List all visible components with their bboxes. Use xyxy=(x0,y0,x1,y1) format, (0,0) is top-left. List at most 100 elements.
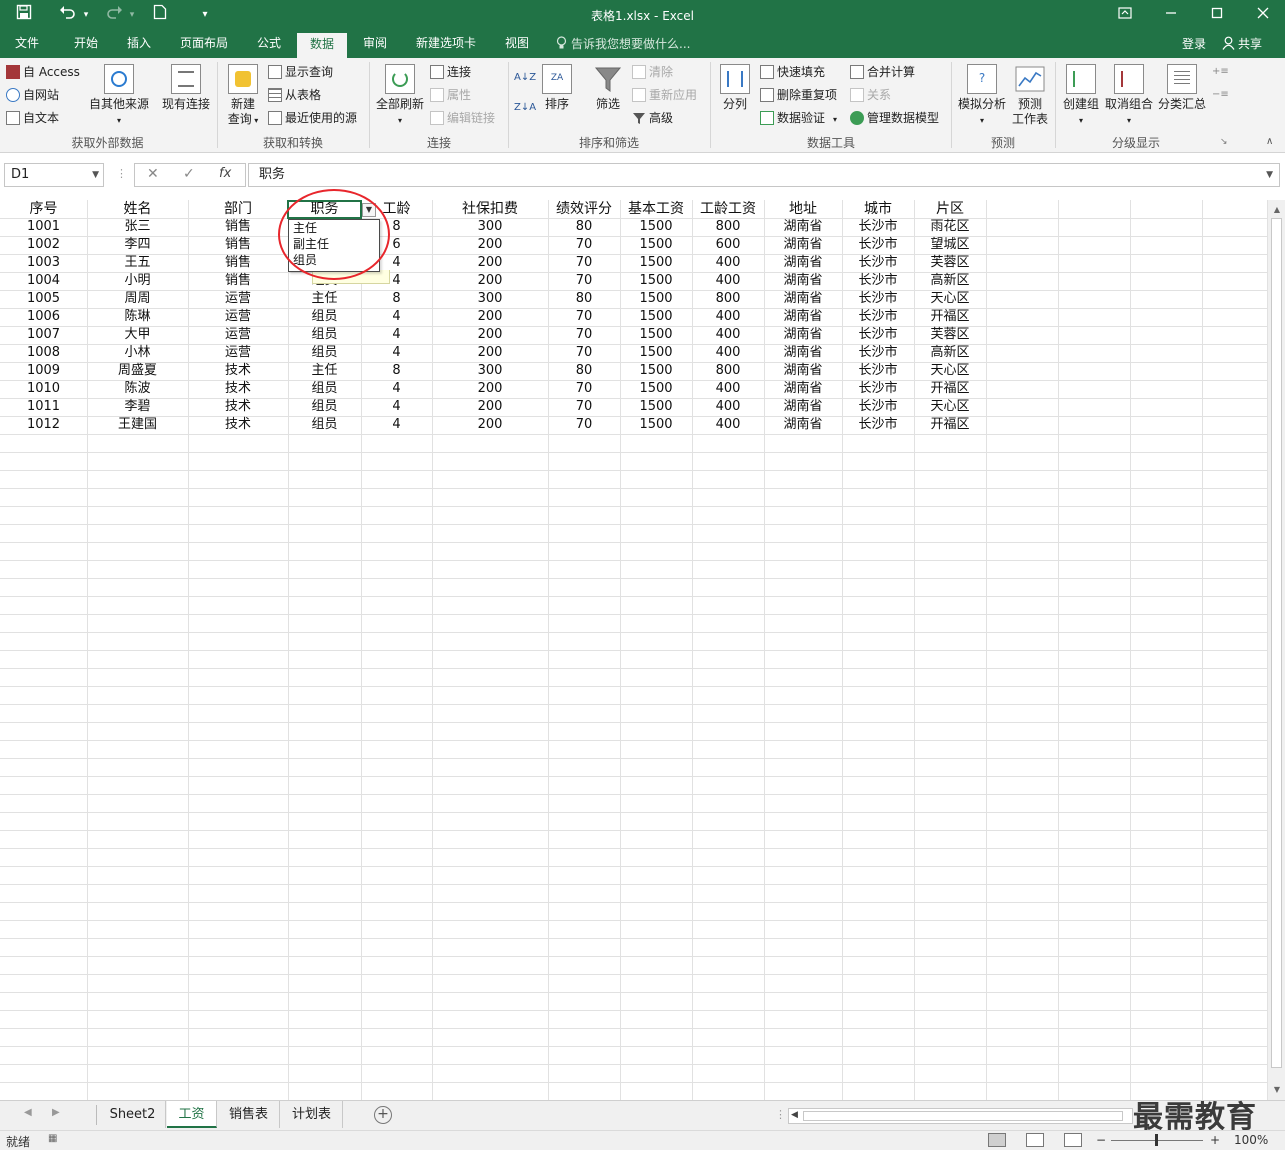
flash-fill-button[interactable]: 快速填充 xyxy=(760,62,825,82)
column-header-cell[interactable]: 部门 xyxy=(188,200,288,218)
tab-formulas[interactable]: 公式 xyxy=(244,31,294,58)
from-access-button[interactable]: 自 Access xyxy=(6,62,80,82)
table-cell[interactable]: 1004 xyxy=(0,272,87,290)
table-cell[interactable]: 1500 xyxy=(620,290,692,308)
column-header-cell[interactable]: 基本工资 xyxy=(620,200,692,218)
new-document-icon[interactable] xyxy=(148,4,172,26)
from-other-sources-button[interactable]: 自其他来源 ▾ xyxy=(86,64,152,128)
horizontal-scrollbar[interactable]: ◀ xyxy=(788,1108,1133,1124)
subtotal-button[interactable]: 分类汇总 xyxy=(1156,64,1208,112)
scroll-left-icon[interactable]: ◀ xyxy=(791,1110,798,1120)
tab-view[interactable]: 视图 xyxy=(492,31,542,58)
validation-dropdown-list[interactable]: 主任 副主任 组员 xyxy=(288,219,380,272)
zoom-level[interactable]: 100% xyxy=(1234,1133,1268,1147)
table-cell[interactable]: 周盛夏 xyxy=(87,362,188,380)
cancel-icon[interactable]: ✕ xyxy=(147,166,159,182)
table-cell[interactable]: 组员 xyxy=(288,326,361,344)
table-cell[interactable]: 1008 xyxy=(0,344,87,362)
table-cell[interactable]: 70 xyxy=(548,236,620,254)
table-cell[interactable]: 200 xyxy=(432,308,548,326)
name-box[interactable]: D1 ▼ xyxy=(4,163,104,187)
table-cell[interactable]: 小明 xyxy=(87,272,188,290)
table-cell[interactable]: 组员 xyxy=(288,416,361,434)
table-cell[interactable]: 王建国 xyxy=(87,416,188,434)
sort-ascending-icon[interactable]: A↓Z xyxy=(514,68,536,88)
table-cell[interactable]: 1500 xyxy=(620,308,692,326)
table-cell[interactable]: 雨花区 xyxy=(914,218,986,236)
column-header-cell[interactable]: 城市 xyxy=(842,200,914,218)
text-to-columns-button[interactable]: 分列 xyxy=(716,64,754,112)
table-cell[interactable]: 技术 xyxy=(188,380,288,398)
sheet-tab-plan[interactable]: 计划表 xyxy=(281,1101,343,1128)
table-cell[interactable]: 300 xyxy=(432,218,548,236)
show-detail-icon[interactable]: +≡ xyxy=(1212,62,1229,82)
redo-dropdown-icon[interactable]: ▾ xyxy=(126,4,138,26)
existing-connections-button[interactable]: 现有连接 xyxy=(158,64,214,112)
table-cell[interactable]: 800 xyxy=(692,290,764,308)
dropdown-option[interactable]: 主任 xyxy=(289,220,379,236)
table-cell[interactable]: 芙蓉区 xyxy=(914,326,986,344)
validation-dropdown-arrow[interactable]: ▼ xyxy=(362,203,376,217)
advanced-filter-button[interactable]: 高级 xyxy=(632,108,673,128)
table-cell[interactable]: 小林 xyxy=(87,344,188,362)
table-cell[interactable]: 4 xyxy=(361,398,432,416)
table-cell[interactable]: 1500 xyxy=(620,416,692,434)
reapply-button[interactable]: 重新应用 xyxy=(632,85,697,105)
vertical-scrollbar[interactable]: ▲ ▼ xyxy=(1267,200,1285,1100)
table-cell[interactable]: 高新区 xyxy=(914,272,986,290)
edit-links-button[interactable]: 编辑链接 xyxy=(430,108,495,128)
table-cell[interactable]: 200 xyxy=(432,272,548,290)
table-cell[interactable]: 70 xyxy=(548,398,620,416)
table-cell[interactable]: 运营 xyxy=(188,308,288,326)
table-cell[interactable]: 70 xyxy=(548,272,620,290)
table-cell[interactable]: 8 xyxy=(361,362,432,380)
table-cell[interactable]: 运营 xyxy=(188,326,288,344)
remove-duplicates-button[interactable]: 删除重复项 xyxy=(760,85,837,105)
table-cell[interactable]: 长沙市 xyxy=(842,218,914,236)
table-cell[interactable]: 300 xyxy=(432,290,548,308)
sheet-tab-salary[interactable]: 工资 xyxy=(167,1101,217,1128)
customize-qat-icon[interactable]: ▾ xyxy=(196,4,214,26)
formula-input[interactable]: 职务 ▼ xyxy=(248,163,1280,187)
table-cell[interactable]: 湖南省 xyxy=(764,326,842,344)
consolidate-button[interactable]: 合并计算 xyxy=(850,62,915,82)
what-if-analysis-button[interactable]: ? 模拟分析 ▾ xyxy=(956,64,1008,128)
table-cell[interactable]: 开福区 xyxy=(914,308,986,326)
table-cell[interactable]: 1500 xyxy=(620,272,692,290)
table-cell[interactable]: 70 xyxy=(548,380,620,398)
scroll-down-icon[interactable]: ▼ xyxy=(1271,1084,1283,1096)
table-cell[interactable]: 70 xyxy=(548,254,620,272)
table-cell[interactable]: 600 xyxy=(692,236,764,254)
share-button[interactable]: 共享 xyxy=(1222,31,1262,58)
table-cell[interactable]: 长沙市 xyxy=(842,254,914,272)
tab-data[interactable]: 数据 xyxy=(297,31,347,58)
sheet-tab-sheet2[interactable]: Sheet2 xyxy=(100,1101,166,1128)
table-cell[interactable]: 长沙市 xyxy=(842,344,914,362)
table-cell[interactable]: 长沙市 xyxy=(842,326,914,344)
zoom-out-icon[interactable]: − xyxy=(1096,1133,1106,1147)
page-break-view-icon[interactable] xyxy=(1064,1133,1082,1147)
group-button[interactable]: 创建组 ▾ xyxy=(1060,64,1102,128)
table-cell[interactable]: 湖南省 xyxy=(764,272,842,290)
enter-icon[interactable]: ✓ xyxy=(183,166,195,182)
table-cell[interactable]: 4 xyxy=(361,416,432,434)
new-query-button[interactable]: 新建 查询 ▾ xyxy=(222,64,264,128)
table-cell[interactable]: 1500 xyxy=(620,344,692,362)
normal-view-icon[interactable] xyxy=(988,1133,1006,1147)
table-cell[interactable]: 4 xyxy=(361,308,432,326)
table-cell[interactable]: 长沙市 xyxy=(842,290,914,308)
table-cell[interactable]: 湖南省 xyxy=(764,290,842,308)
forecast-sheet-button[interactable]: 预测 工作表 xyxy=(1010,64,1050,127)
table-cell[interactable]: 1010 xyxy=(0,380,87,398)
table-cell[interactable]: 李碧 xyxy=(87,398,188,416)
ribbon-display-options-icon[interactable] xyxy=(1110,3,1140,27)
table-cell[interactable]: 1012 xyxy=(0,416,87,434)
table-cell[interactable]: 4 xyxy=(361,326,432,344)
table-cell[interactable]: 销售 xyxy=(188,218,288,236)
table-cell[interactable]: 张三 xyxy=(87,218,188,236)
table-cell[interactable]: 湖南省 xyxy=(764,380,842,398)
table-cell[interactable]: 湖南省 xyxy=(764,236,842,254)
table-cell[interactable]: 4 xyxy=(361,380,432,398)
insert-function-icon[interactable]: fx xyxy=(219,166,231,181)
sort-button[interactable]: ZA 排序 xyxy=(538,64,576,112)
